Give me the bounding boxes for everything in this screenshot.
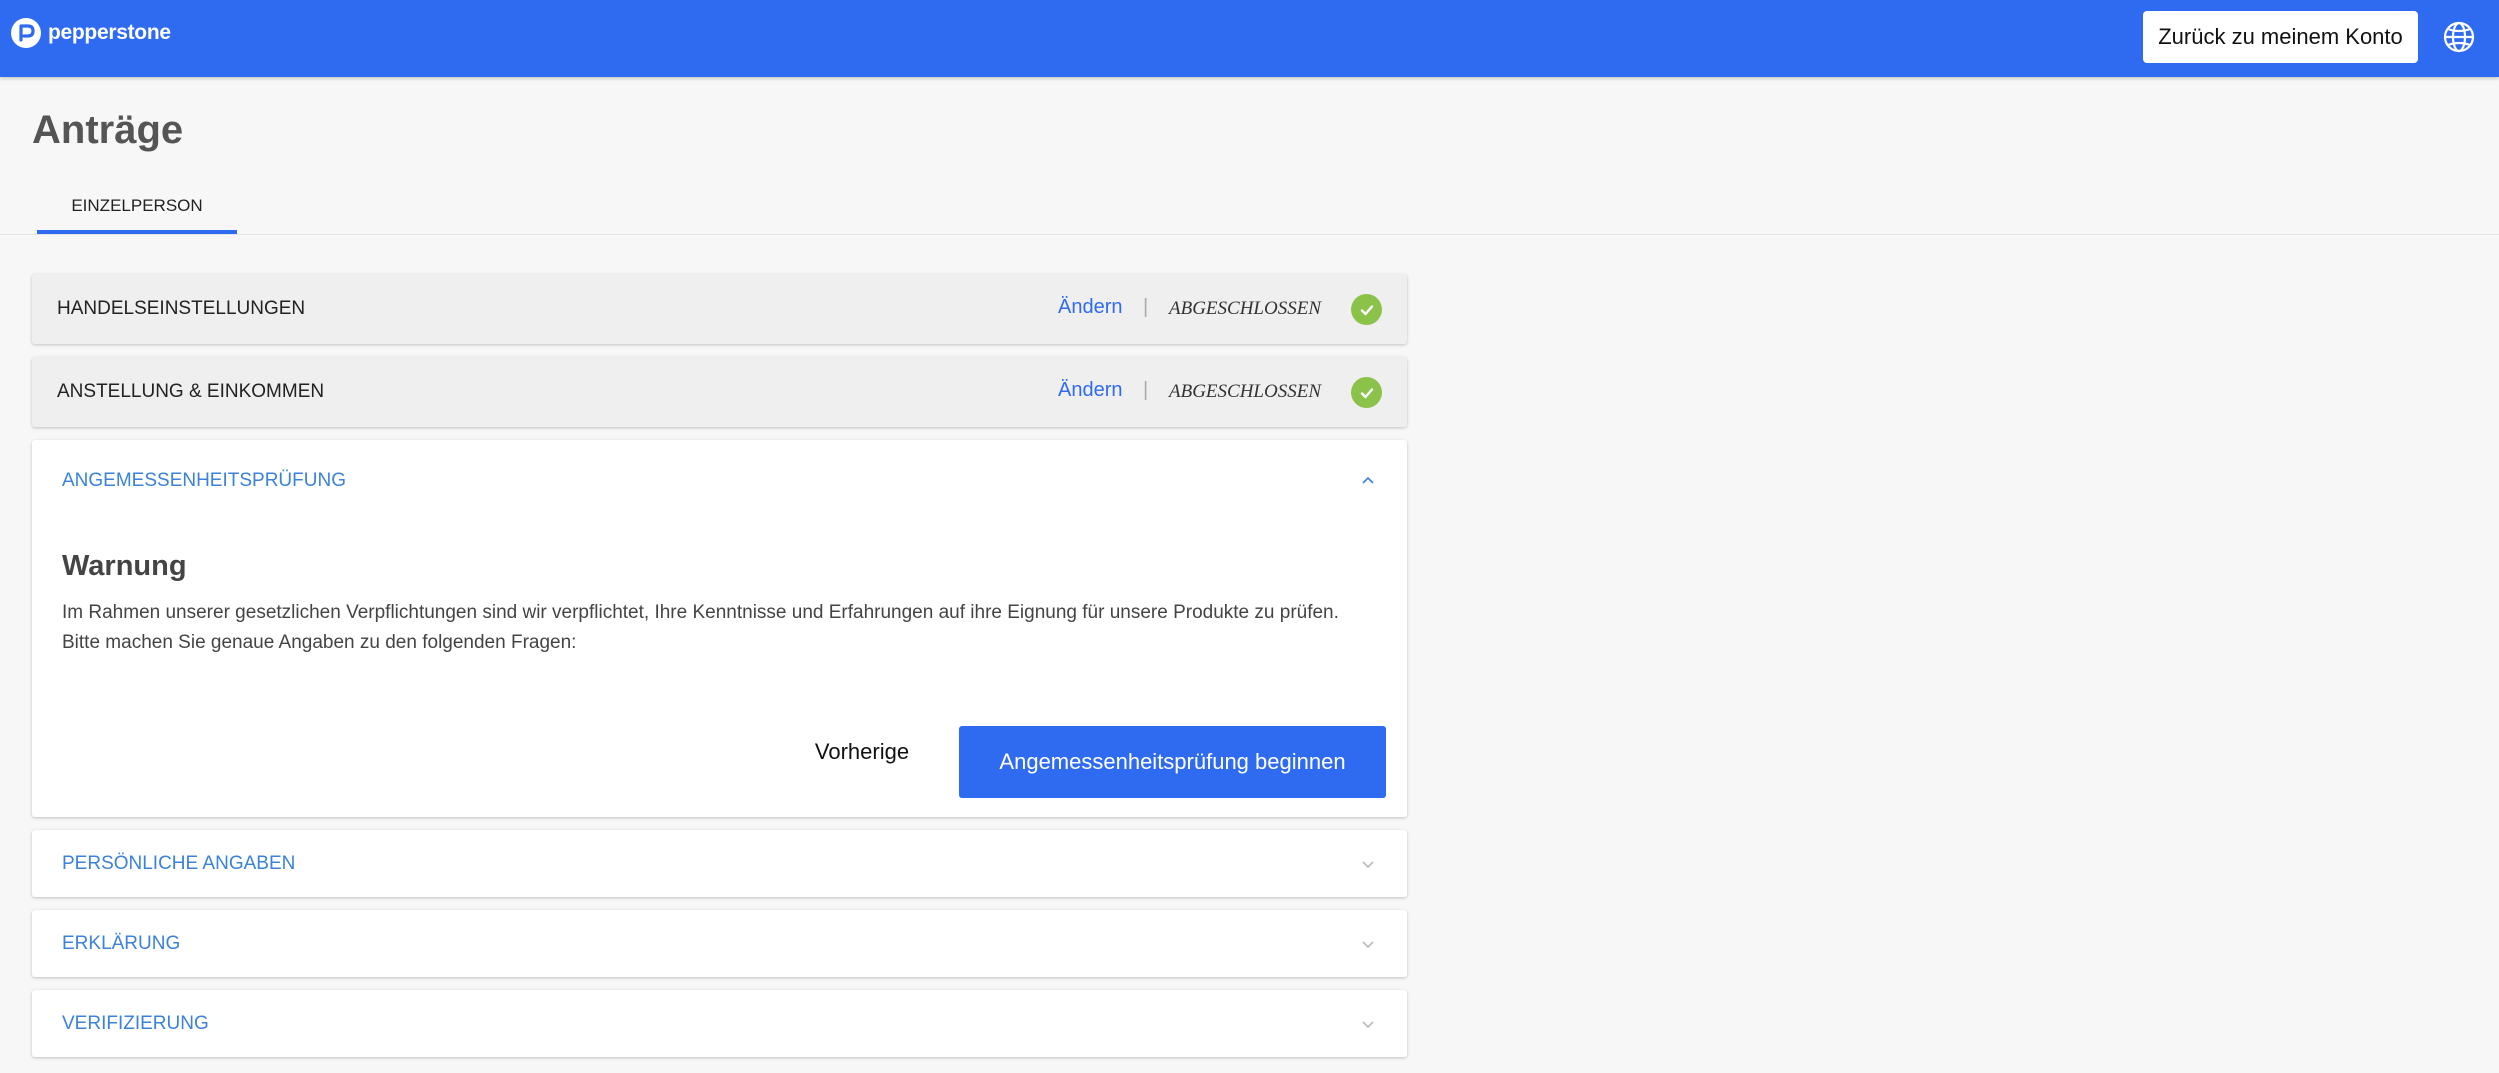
section-title: HANDELSEINSTELLUNGEN [57,298,306,319]
section-erklaerung[interactable]: ERKLÄRUNG [32,910,1407,977]
chevron-down-icon[interactable] [1359,937,1377,949]
status-label: ABGESCHLOSSEN [1169,381,1321,402]
section-title[interactable]: PERSÖNLICHE ANGABEN [62,853,295,875]
separator: | [1143,296,1149,318]
warning-text: Im Rahmen unserer gesetzlichen Verpflich… [62,602,1339,653]
section-title[interactable]: VERIFIZIERUNG [62,1013,209,1035]
section-title[interactable]: ERKLÄRUNG [62,933,180,955]
section-anstellung-einkommen: ANSTELLUNG & EINKOMMEN Ändern | ABGESCHL… [32,357,1407,427]
edit-link[interactable]: Ändern [1058,379,1123,402]
previous-button[interactable]: Vorherige [792,728,932,776]
page-title: Anträge [32,108,184,152]
section-angemessenheitspruefung: ANGEMESSENHEITSPRÜFUNG Warnung Im Rahmen… [32,440,1407,817]
brand-logo[interactable]: pepperstone [11,18,171,48]
chevron-down-icon[interactable] [1359,857,1377,869]
section-title: ANSTELLUNG & EINKOMMEN [57,381,325,402]
tabs-divider [0,234,2499,235]
check-icon [1351,294,1382,325]
section-persoenliche-angaben[interactable]: PERSÖNLICHE ANGABEN [32,830,1407,897]
brand-name: pepperstone [48,21,171,44]
status-label: ABGESCHLOSSEN [1169,298,1321,319]
section-verifizierung[interactable]: VERIFIZIERUNG [32,990,1407,1057]
tab-einzelperson[interactable]: EINZELPERSON [37,181,237,234]
top-bar: pepperstone Zurück zu meinem Konto [0,0,2499,77]
separator: | [1143,379,1149,401]
section-handelseinstellungen: HANDELSEINSTELLUNGEN Ändern | ABGESCHLOS… [32,274,1407,344]
back-to-account-button[interactable]: Zurück zu meinem Konto [2143,11,2418,63]
warning-heading: Warnung [62,550,187,582]
pepperstone-logo-icon [11,18,41,48]
edit-link[interactable]: Ändern [1058,296,1123,319]
start-assessment-button[interactable]: Angemessenheitsprüfung beginnen [959,726,1386,798]
check-icon [1351,377,1382,408]
chevron-up-icon[interactable] [1359,474,1377,486]
chevron-down-icon[interactable] [1359,1017,1377,1029]
globe-icon[interactable] [2442,20,2476,54]
section-title[interactable]: ANGEMESSENHEITSPRÜFUNG [62,470,346,492]
